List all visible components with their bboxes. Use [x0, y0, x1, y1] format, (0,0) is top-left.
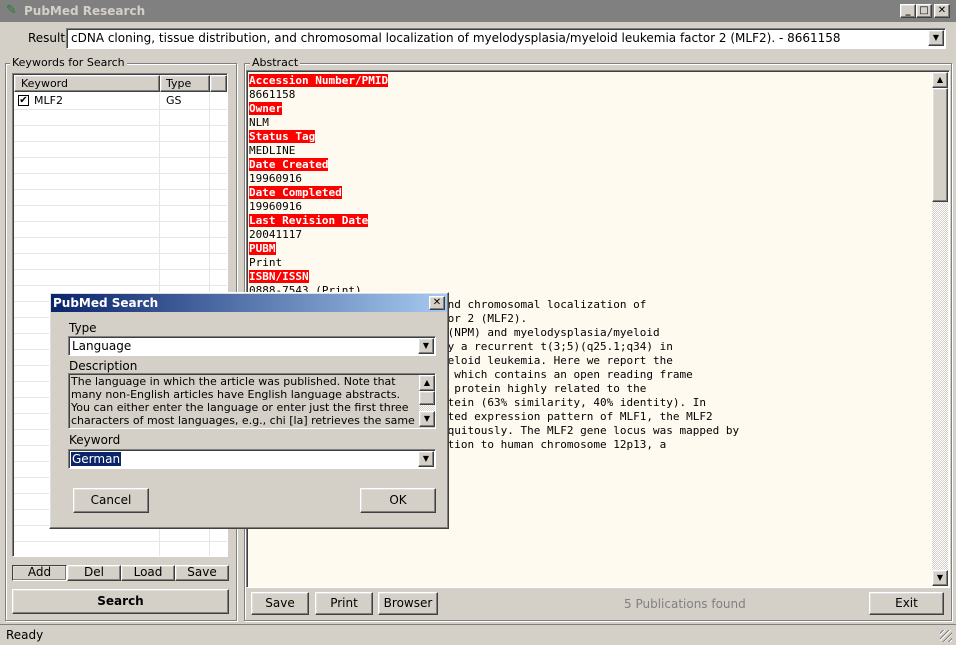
grid-row: [14, 269, 227, 286]
type-combobox-value: Language: [72, 339, 132, 353]
grid-row: [14, 205, 227, 222]
line-text: 19960916: [249, 200, 302, 213]
grid-row: [14, 125, 227, 142]
line-text: 20041117: [249, 228, 302, 241]
abstract-field-tag: ISBN/ISSN: [249, 270, 739, 284]
grid-row: [14, 109, 227, 126]
abstract-field-tag: Owner: [249, 102, 739, 116]
field-tag-label: Status Tag: [249, 130, 316, 143]
field-tag-label: Accession Number/PMID: [249, 74, 389, 87]
keyword-row[interactable]: ✔ MLF2 GS: [14, 93, 227, 109]
window-title: PubMed Research: [24, 4, 146, 18]
scrollbar-thumb[interactable]: [932, 88, 948, 202]
minimize-button[interactable]: _: [900, 4, 916, 18]
line-text: 19960916: [249, 172, 302, 185]
field-tag-label: Date Completed: [249, 186, 342, 199]
app-icon: ✎: [6, 3, 17, 18]
exit-button[interactable]: Exit: [869, 592, 944, 615]
type-label: Type: [69, 321, 97, 335]
chevron-down-icon[interactable]: ▼: [418, 451, 434, 467]
grid-row: [14, 157, 227, 174]
abstract-line: NLM: [249, 116, 739, 130]
results-combobox-value: cDNA cloning, tissue distribution, and c…: [71, 31, 841, 45]
abstract-group-legend: Abstract: [250, 56, 301, 69]
print-button[interactable]: Print: [315, 592, 373, 615]
scroll-down-button[interactable]: ▼: [419, 411, 435, 427]
field-tag-label: ISBN/ISSN: [249, 270, 309, 283]
abstract-line: 20041117: [249, 228, 739, 242]
save-keywords-button[interactable]: Save: [175, 565, 229, 581]
keywords-group-legend: Keywords for Search: [10, 56, 127, 69]
grid-row: [14, 189, 227, 206]
ok-button[interactable]: OK: [360, 488, 436, 513]
abstract-field-tag: Date Completed: [249, 186, 739, 200]
line-text: Print: [249, 256, 283, 269]
line-text: MEDLINE: [249, 144, 296, 157]
field-tag-label: Last Revision Date: [249, 214, 369, 227]
line-text: 8661158: [249, 88, 296, 101]
column-header-blank: [210, 75, 227, 92]
status-text: Ready: [6, 628, 44, 642]
abstract-line: MEDLINE: [249, 144, 739, 158]
grid-row: [14, 541, 227, 556]
pubmed-search-dialog: PubMed Search ✕ Type Language ▼ Descript…: [49, 292, 449, 529]
description-scrollbar[interactable]: ▲ ▼: [419, 375, 435, 427]
abstract-field-tag: Date Created: [249, 158, 739, 172]
grid-row: [14, 237, 227, 254]
browser-button[interactable]: Browser: [378, 592, 438, 615]
keyword-checkbox[interactable]: ✔: [18, 95, 29, 106]
abstract-line: 19960916: [249, 172, 739, 186]
scrollbar-thumb[interactable]: [419, 391, 435, 405]
close-button[interactable]: ✕: [934, 4, 950, 18]
dialog-title: PubMed Search: [53, 296, 159, 310]
statusbar: Ready: [0, 624, 956, 645]
abstract-field-tag: Accession Number/PMID: [249, 74, 739, 88]
column-header-type[interactable]: Type: [160, 75, 210, 92]
line-text: NLM: [249, 116, 269, 129]
grid-row: [14, 253, 227, 270]
resize-grip-icon[interactable]: [940, 630, 952, 642]
abstract-scrollbar[interactable]: ▲ ▼: [932, 72, 948, 586]
grid-row: [14, 141, 227, 158]
dialog-close-icon[interactable]: ✕: [429, 296, 445, 310]
chevron-down-icon[interactable]: ▼: [928, 30, 944, 46]
cancel-button[interactable]: Cancel: [73, 488, 149, 513]
maximize-button[interactable]: □: [916, 4, 932, 18]
keyword-combobox-value[interactable]: German: [71, 452, 122, 466]
window-titlebar: ✎ PubMed Research _ □ ✕: [0, 0, 956, 22]
results-label: Results: [28, 31, 72, 45]
abstract-field-tag: Last Revision Date: [249, 214, 739, 228]
column-header-keyword[interactable]: Keyword: [14, 75, 160, 92]
abstract-field-tag: PUBM: [249, 242, 739, 256]
scroll-up-button[interactable]: ▲: [419, 375, 435, 391]
grid-row: [14, 221, 227, 238]
abstract-line: 19960916: [249, 200, 739, 214]
delete-keyword-button[interactable]: Del: [67, 565, 121, 581]
keyword-combobox[interactable]: German ▼: [68, 449, 436, 469]
description-text: The language in which the article was pu…: [71, 375, 415, 428]
abstract-line: 8661158: [249, 88, 739, 102]
dialog-titlebar: PubMed Search ✕: [51, 294, 447, 312]
chevron-down-icon[interactable]: ▼: [418, 338, 434, 354]
abstract-line: Print: [249, 256, 739, 270]
field-tag-label: Owner: [249, 102, 283, 115]
scroll-up-button[interactable]: ▲: [932, 72, 948, 88]
search-button[interactable]: Search: [12, 589, 229, 614]
load-keywords-button[interactable]: Load: [121, 565, 175, 581]
save-abstract-button[interactable]: Save: [251, 592, 309, 615]
results-combobox[interactable]: cDNA cloning, tissue distribution, and c…: [66, 28, 946, 49]
publication-count: 5 Publications found: [624, 597, 746, 611]
grid-row: [14, 173, 227, 190]
scroll-down-button[interactable]: ▼: [932, 570, 948, 586]
keyword-label: Keyword: [69, 433, 121, 447]
add-keyword-button[interactable]: Add: [12, 565, 67, 581]
keyword-cell: MLF2: [34, 94, 63, 107]
field-tag-label: Date Created: [249, 158, 329, 171]
type-combobox[interactable]: Language ▼: [68, 336, 436, 356]
field-tag-label: PUBM: [249, 242, 276, 255]
type-cell: GS: [166, 94, 182, 107]
description-textarea[interactable]: The language in which the article was pu…: [68, 373, 436, 429]
description-label: Description: [69, 359, 138, 373]
abstract-field-tag: Status Tag: [249, 130, 739, 144]
